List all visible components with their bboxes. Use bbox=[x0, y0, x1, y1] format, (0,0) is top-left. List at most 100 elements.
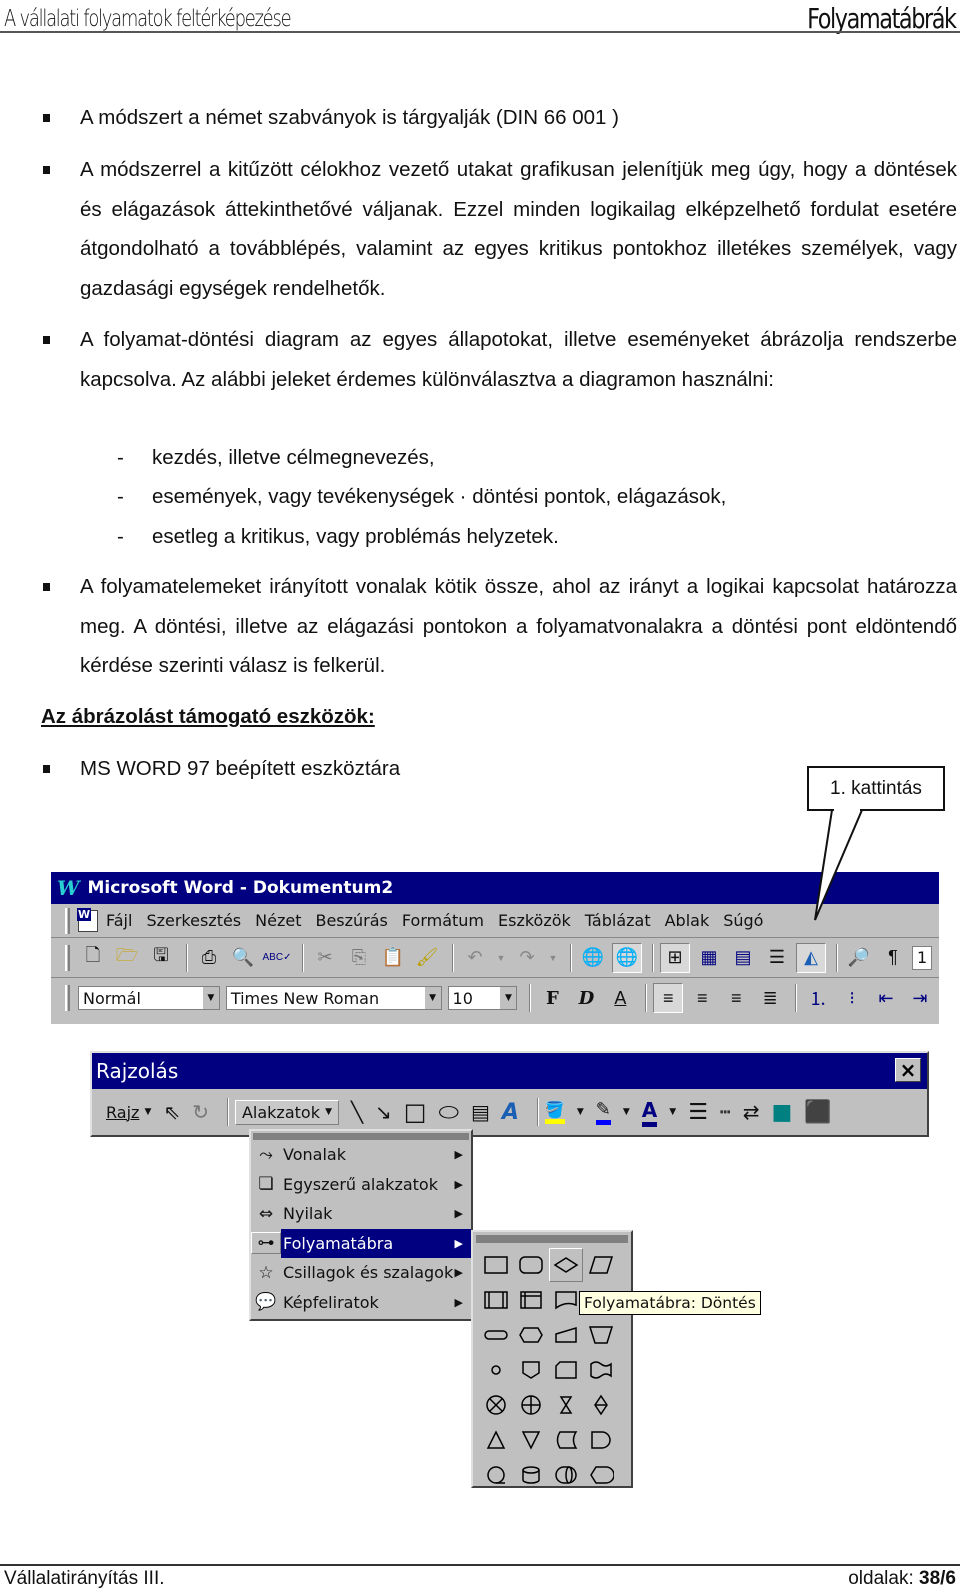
copy-icon[interactable]: ⎘ bbox=[344, 943, 374, 973]
fill-color-dropdown-icon[interactable]: ▼ bbox=[577, 1107, 584, 1117]
undo-icon[interactable]: ↶ bbox=[460, 943, 490, 973]
shape-punched-tape[interactable] bbox=[584, 1353, 618, 1387]
shape-or[interactable] bbox=[514, 1388, 548, 1422]
autoshapes-button[interactable]: Alakzatok ▼ bbox=[234, 1099, 339, 1125]
shape-magnetic-disk[interactable] bbox=[514, 1458, 548, 1492]
arrow-style-icon[interactable]: ⇄ bbox=[743, 1100, 760, 1124]
shadow-icon[interactable]: ■ bbox=[772, 1100, 793, 1125]
shape-sort[interactable] bbox=[584, 1388, 618, 1422]
shape-extract[interactable] bbox=[479, 1423, 513, 1457]
menu-window[interactable]: Ablak bbox=[665, 911, 710, 930]
align-left-icon[interactable]: ≡ bbox=[653, 983, 684, 1013]
draw-menu-button[interactable]: Rajz ▼ bbox=[106, 1103, 151, 1122]
menu-item-arrows[interactable]: ⇔ Nyilak ▶ bbox=[251, 1199, 471, 1229]
shape-merge[interactable] bbox=[514, 1423, 548, 1457]
menu-insert[interactable]: Beszúrás bbox=[315, 911, 387, 930]
menu-edit[interactable]: Szerkesztés bbox=[146, 911, 241, 930]
font-color-dropdown-icon[interactable]: ▼ bbox=[669, 1107, 676, 1117]
shape-offpage-connector[interactable] bbox=[514, 1353, 548, 1387]
drawing-icon[interactable]: ◭ bbox=[796, 942, 826, 973]
paste-icon[interactable]: 📋 bbox=[378, 943, 408, 973]
redo-dropdown-icon[interactable]: ▼ bbox=[546, 943, 560, 973]
menu-format[interactable]: Formátum bbox=[402, 911, 484, 930]
shape-preparation[interactable] bbox=[514, 1318, 548, 1352]
document-icon[interactable] bbox=[77, 907, 98, 932]
shape-sequential-storage[interactable] bbox=[479, 1458, 513, 1492]
fill-color-icon[interactable]: 🪣 bbox=[544, 1100, 565, 1124]
shape-summing-junction[interactable] bbox=[479, 1388, 513, 1422]
line-color-icon[interactable]: ✎ bbox=[595, 1099, 611, 1125]
font-select[interactable]: Times New Roman ▼ bbox=[225, 986, 442, 1010]
shape-predefined-process[interactable] bbox=[479, 1283, 513, 1317]
3d-icon[interactable]: ⬛ bbox=[804, 1100, 831, 1125]
italic-button[interactable]: D bbox=[571, 983, 601, 1013]
menu-item-flowchart[interactable]: ⊶ Folyamatábra ▶ bbox=[251, 1228, 471, 1258]
menu-item-stars-banners[interactable]: ☆ Csillagok és szalagok ▶ bbox=[251, 1258, 471, 1288]
decrease-indent-icon[interactable]: ⇤ bbox=[871, 983, 901, 1013]
bullets-icon[interactable]: ⁝ bbox=[837, 983, 867, 1013]
menu-tools[interactable]: Eszközök bbox=[498, 911, 571, 930]
menu-item-lines[interactable]: ⤳ Vonalak ▶ bbox=[251, 1140, 471, 1170]
drawing-titlebar[interactable]: Rajzolás × bbox=[92, 1053, 927, 1089]
underline-button[interactable]: A bbox=[605, 983, 635, 1013]
shape-terminator[interactable] bbox=[479, 1318, 513, 1352]
shape-connector[interactable] bbox=[479, 1353, 513, 1387]
spelling-icon[interactable]: ABC✓ bbox=[262, 943, 292, 973]
redo-icon[interactable]: ↷ bbox=[512, 943, 542, 973]
shape-direct-access-storage[interactable] bbox=[549, 1458, 583, 1492]
shape-internal-storage[interactable] bbox=[514, 1283, 548, 1317]
web-toolbar-icon[interactable]: 🌐 bbox=[612, 942, 642, 973]
hyperlink-icon[interactable]: 🌐 bbox=[578, 943, 608, 973]
font-color-icon[interactable]: A bbox=[641, 1098, 658, 1127]
shape-data[interactable] bbox=[584, 1248, 618, 1282]
grip-handle[interactable] bbox=[65, 944, 70, 971]
insert-table-icon[interactable]: ▦ bbox=[694, 943, 724, 973]
line-style-icon[interactable]: ☰ bbox=[688, 1100, 708, 1125]
open-folder-icon[interactable]: 🗁 bbox=[112, 943, 142, 973]
rectangle-tool-icon[interactable]: □ bbox=[404, 1098, 427, 1126]
shape-card[interactable] bbox=[549, 1353, 583, 1387]
menu-item-basic-shapes[interactable]: ❏ Egyszerű alakzatok ▶ bbox=[251, 1170, 471, 1200]
chevron-down-icon[interactable]: ▼ bbox=[202, 987, 219, 1009]
menu-item-callouts[interactable]: 💬 Képfeliratok ▶ bbox=[251, 1288, 471, 1318]
menu-table[interactable]: Táblázat bbox=[585, 911, 651, 930]
shape-alternate-process[interactable] bbox=[514, 1248, 548, 1282]
arrow-tool-icon[interactable]: ↘ bbox=[375, 1100, 392, 1124]
shape-stored-data[interactable] bbox=[549, 1423, 583, 1457]
menu-help[interactable]: Súgó bbox=[723, 911, 763, 930]
columns-icon[interactable]: ☰ bbox=[762, 943, 792, 973]
shape-delay[interactable] bbox=[584, 1423, 618, 1457]
chevron-down-icon[interactable]: ▼ bbox=[424, 987, 441, 1009]
select-pointer-icon[interactable]: ⇖ bbox=[163, 1100, 180, 1124]
format-painter-icon[interactable]: 🖌 bbox=[412, 943, 442, 973]
zoom-field[interactable]: 1 bbox=[912, 945, 932, 970]
show-hide-icon[interactable]: ¶ bbox=[878, 943, 908, 973]
print-icon[interactable]: ⎙ bbox=[194, 943, 224, 973]
shape-decision[interactable] bbox=[549, 1248, 583, 1282]
justify-icon[interactable]: ≣ bbox=[755, 983, 785, 1013]
palette-drag-handle[interactable] bbox=[476, 1235, 628, 1243]
line-tool-icon[interactable]: ╲ bbox=[351, 1100, 363, 1124]
menu-view[interactable]: Nézet bbox=[255, 911, 301, 930]
grip-handle[interactable] bbox=[65, 985, 70, 1011]
align-right-icon[interactable]: ≡ bbox=[721, 983, 751, 1013]
insert-excel-icon[interactable]: ▤ bbox=[728, 943, 758, 973]
text-box-icon[interactable]: ▤ bbox=[471, 1100, 490, 1124]
tables-borders-icon[interactable]: ⊞ bbox=[660, 942, 690, 973]
shape-manual-operation[interactable] bbox=[584, 1318, 618, 1352]
shape-display[interactable] bbox=[584, 1458, 618, 1492]
print-preview-icon[interactable]: 🔍 bbox=[228, 943, 258, 973]
shape-process[interactable] bbox=[479, 1248, 513, 1282]
wordart-icon[interactable]: A bbox=[502, 1100, 519, 1125]
bold-button[interactable]: F bbox=[537, 983, 567, 1013]
oval-tool-icon[interactable]: ⬭ bbox=[438, 1098, 459, 1126]
dash-style-icon[interactable]: ┅ bbox=[720, 1102, 731, 1123]
menu-drag-handle[interactable] bbox=[253, 1133, 469, 1140]
chevron-down-icon[interactable]: ▼ bbox=[500, 987, 517, 1009]
shape-collate[interactable] bbox=[549, 1388, 583, 1422]
numbering-icon[interactable]: ⒈ bbox=[803, 983, 833, 1013]
free-rotate-icon[interactable]: ↻ bbox=[192, 1100, 209, 1124]
font-size-select[interactable]: 10 ▼ bbox=[447, 986, 518, 1010]
save-icon[interactable]: 🖫 bbox=[146, 943, 176, 973]
align-center-icon[interactable]: ≡ bbox=[687, 983, 717, 1013]
